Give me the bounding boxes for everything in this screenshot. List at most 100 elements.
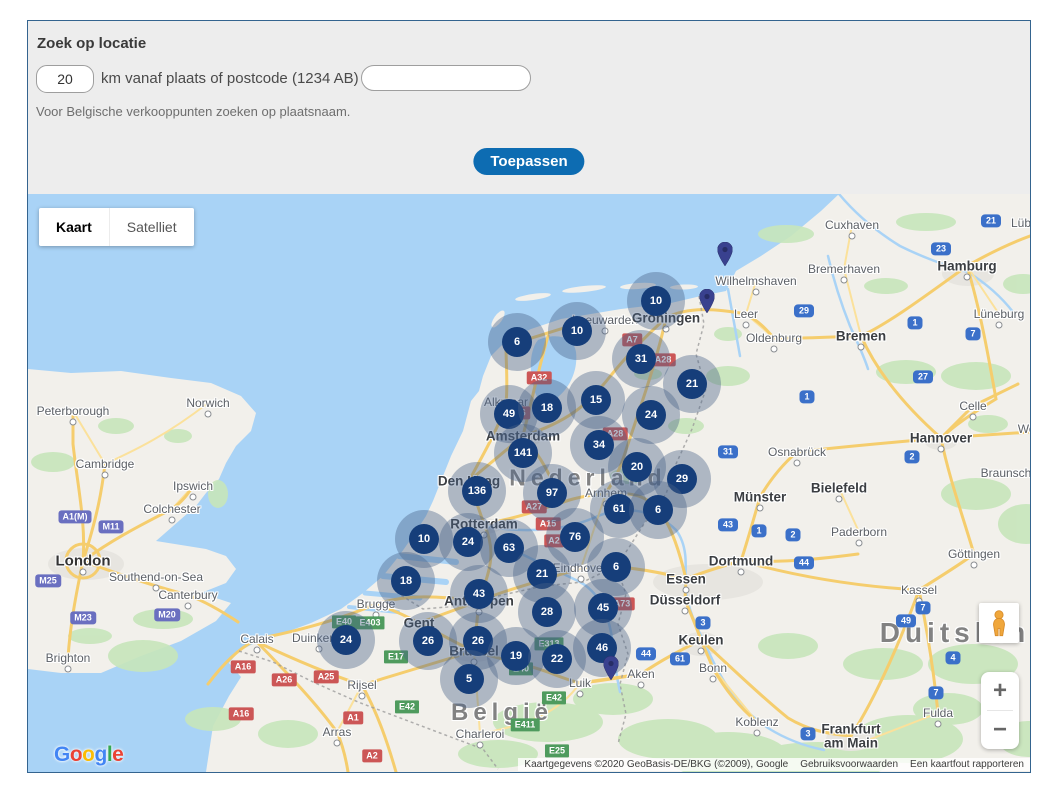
- road-badge-7: 7: [915, 601, 930, 614]
- road-badge-1: 1: [799, 390, 814, 403]
- road-badge-44: 44: [636, 647, 656, 660]
- google-logo-letter: g: [95, 743, 107, 766]
- road-badge-2: 2: [785, 528, 800, 541]
- map-cluster-count: 6: [502, 327, 532, 357]
- road-badge-2: 2: [904, 450, 919, 463]
- map-city-label: Wilhelmshaven: [715, 274, 796, 288]
- tab-map[interactable]: Kaart: [39, 208, 109, 246]
- road-badge-4: 4: [945, 651, 960, 664]
- store-locator-panel: Zoek op locatie km vanaf plaats of postc…: [27, 20, 1031, 773]
- road-badge-m23: M23: [70, 611, 96, 624]
- map-city-label: Bonn: [699, 661, 727, 675]
- map-cluster-count: 76: [560, 522, 590, 552]
- road-badge-a1m: A1(M): [59, 510, 92, 523]
- map-cluster-count: 28: [532, 597, 562, 627]
- map-city-label: Calais: [240, 632, 273, 646]
- map-city-dot: [743, 322, 750, 329]
- google-logo[interactable]: Google: [54, 743, 123, 767]
- map-city-label: Keulen: [678, 633, 723, 648]
- road-badge-a25: A25: [314, 670, 339, 683]
- map-city-dot: [334, 740, 341, 747]
- road-badge-29: 29: [794, 304, 814, 317]
- map-cluster[interactable]: 46: [573, 619, 631, 677]
- map-city-dot: [935, 721, 942, 728]
- map-city-dot: [190, 494, 197, 501]
- zoom-control: + −: [981, 672, 1019, 749]
- map-city-label: Norwich: [186, 396, 229, 410]
- map-cluster-count: 97: [537, 478, 567, 508]
- road-badge-a1: A1: [343, 711, 363, 724]
- map-city-label: Koblenz: [735, 715, 778, 729]
- map-city-dot: [698, 648, 705, 655]
- map-city-dot: [359, 693, 366, 700]
- map-cluster-count: 26: [413, 626, 443, 656]
- map-cluster[interactable]: 24: [317, 611, 375, 669]
- report-error-link[interactable]: Een kaartfout rapporteren: [904, 758, 1030, 771]
- map-pin[interactable]: [700, 289, 715, 318]
- road-badge-e42: E42: [542, 691, 566, 704]
- map-city-label: Braunsch: [981, 466, 1030, 480]
- map-cluster[interactable]: 31: [612, 330, 670, 388]
- map-city-label: Essen: [666, 572, 706, 587]
- pegman-button[interactable]: [979, 603, 1019, 643]
- map-cluster-count: 19: [501, 641, 531, 671]
- map-city-label: Southend-on-Sea: [109, 570, 203, 584]
- road-badge-1: 1: [907, 316, 922, 329]
- map-cluster[interactable]: 10: [627, 272, 685, 330]
- road-badge-3: 3: [800, 727, 815, 740]
- road-badge-e411: E411: [511, 718, 540, 731]
- zoom-in-button[interactable]: +: [981, 672, 1019, 710]
- map-cluster[interactable]: 10: [548, 302, 606, 360]
- location-input[interactable]: [361, 65, 531, 91]
- radius-label: km vanaf plaats of postcode (1234 AB): [101, 70, 359, 87]
- map-cluster-count: 136: [462, 476, 492, 506]
- map-cluster-count: 24: [453, 527, 483, 557]
- map-cluster-count: 24: [636, 400, 666, 430]
- map-city-dot: [638, 682, 645, 689]
- road-badge-m20: M20: [154, 608, 180, 621]
- map-city-label: Canterbury: [158, 588, 217, 602]
- map-cluster-count: 24: [331, 625, 361, 655]
- map-city-label: Fulda: [923, 706, 953, 720]
- map-city-label: Peterborough: [37, 404, 110, 418]
- map-city-label: Leer: [734, 307, 758, 321]
- map-pin[interactable]: [718, 242, 733, 271]
- map-city-label: Hannover: [910, 431, 972, 446]
- road-badge-31: 31: [718, 445, 738, 458]
- map-city-label: Cuxhaven: [825, 218, 879, 232]
- map-city-dot: [964, 274, 971, 281]
- map-pin[interactable]: [604, 656, 619, 685]
- map-city-dot: [65, 666, 72, 673]
- zoom-out-button[interactable]: −: [981, 711, 1019, 749]
- road-badge-7: 7: [928, 686, 943, 699]
- radius-input[interactable]: [36, 65, 94, 93]
- apply-button[interactable]: Toepassen: [473, 148, 584, 175]
- map-cluster[interactable]: 5: [440, 650, 498, 708]
- map-city-label: Lüb: [1011, 216, 1030, 230]
- map-cluster-count: 141: [508, 438, 538, 468]
- map-cluster[interactable]: 6: [629, 481, 687, 539]
- map-city-label: Aken: [627, 667, 654, 681]
- map-city-label: Göttingen: [948, 547, 1000, 561]
- google-logo-letter: e: [112, 743, 123, 766]
- map-attribution: Kaartgegevens ©2020 GeoBasis-DE/BKG (©20…: [518, 757, 1030, 772]
- map-cluster-count: 18: [391, 566, 421, 596]
- tab-satellite[interactable]: Satelliet: [109, 208, 194, 246]
- map-city-label: Rijsel: [347, 678, 376, 692]
- map-cluster[interactable]: 6: [488, 313, 546, 371]
- map-city-dot: [971, 562, 978, 569]
- map-cluster[interactable]: 136: [448, 462, 506, 520]
- map-cluster[interactable]: 24: [622, 386, 680, 444]
- road-badge-3: 3: [695, 616, 710, 629]
- road-badge-44: 44: [794, 556, 814, 569]
- road-badge-21: 21: [981, 214, 1001, 227]
- map-cluster[interactable]: 18: [377, 552, 435, 610]
- map-canvas[interactable]: PeterboroughNorwichCambridgeIpswichColch…: [28, 194, 1030, 772]
- map-city-dot: [996, 322, 1003, 329]
- map-cluster-count: 10: [562, 316, 592, 346]
- map-city-dot: [757, 505, 764, 512]
- terms-link[interactable]: Gebruiksvoorwaarden: [794, 758, 904, 771]
- road-badge-61: 61: [670, 652, 690, 665]
- map-city-label: Lüneburg: [974, 307, 1025, 321]
- pegman-icon: [989, 609, 1009, 637]
